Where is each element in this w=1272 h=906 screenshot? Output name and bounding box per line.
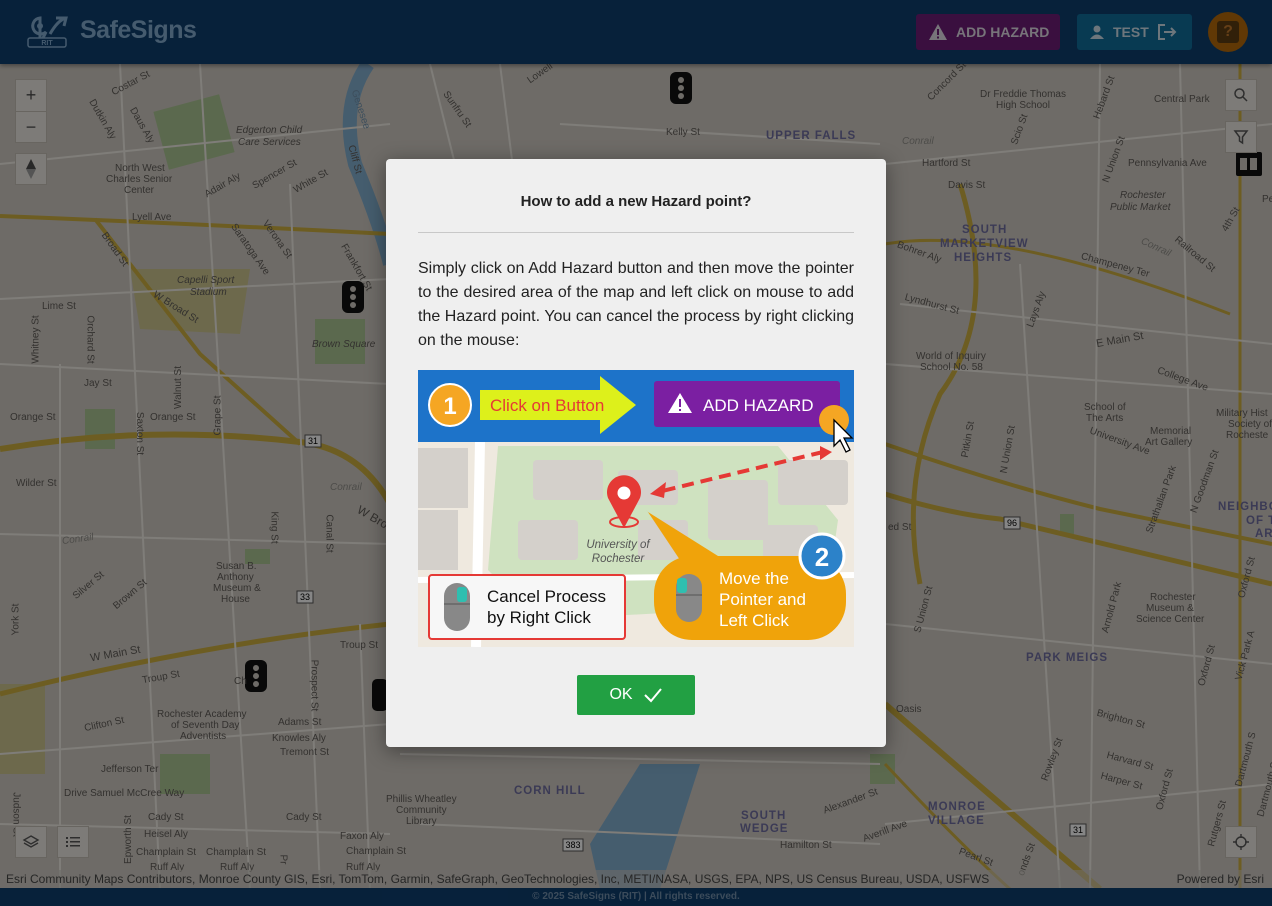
illus-cancel-line2: by Right Click: [487, 608, 591, 627]
step1-text: Click on Button: [490, 396, 604, 415]
illus-place-label-1: University of: [586, 539, 651, 551]
checkmark-icon: [643, 688, 662, 703]
help-dialog: How to add a new Hazard point? Simply cl…: [386, 159, 886, 747]
dialog-body-text: Simply click on Add Hazard button and th…: [418, 260, 854, 349]
illus-cancel-line1: Cancel Process: [487, 587, 606, 606]
ok-label: OK: [609, 686, 633, 703]
illus-move-line2: Pointer and: [719, 590, 806, 609]
dialog-divider: [418, 232, 854, 233]
step1-number: 1: [443, 393, 456, 420]
illus-move-line3: Left Click: [719, 611, 789, 630]
illus-add-hazard-text: ADD HAZARD: [703, 396, 814, 415]
illus-place-label-2: Rochester: [592, 553, 646, 565]
instruction-illustration: 1 Click on Button ADD HAZARD University …: [418, 370, 854, 647]
illus-move-line1: Move the: [719, 569, 789, 588]
ok-button[interactable]: OK: [577, 675, 695, 715]
step2-number: 2: [815, 542, 829, 572]
dialog-title: How to add a new Hazard point?: [520, 193, 752, 210]
